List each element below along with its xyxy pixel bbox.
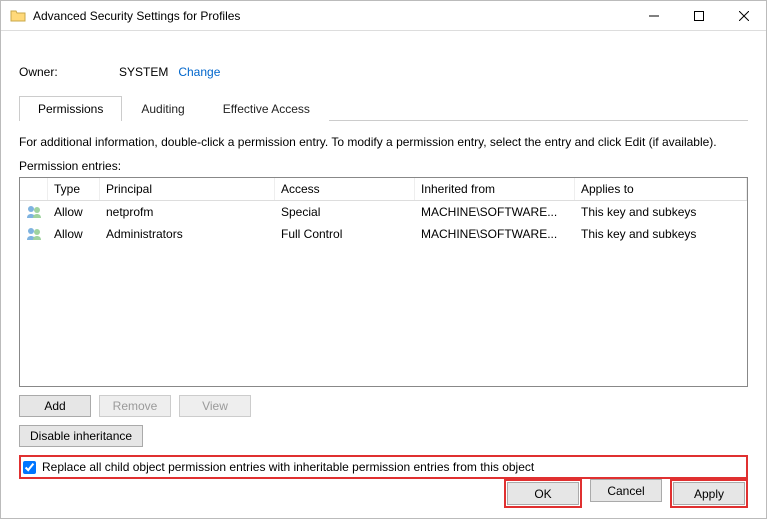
window-title: Advanced Security Settings for Profiles [33,9,240,23]
tab-auditing[interactable]: Auditing [122,96,203,121]
table-row[interactable]: Allow netprofm Special MACHINE\SOFTWARE.… [20,201,747,223]
remove-button: Remove [99,395,171,417]
ok-button[interactable]: OK [507,482,579,505]
permission-entries-grid[interactable]: Type Principal Access Inherited from App… [19,177,748,387]
replace-child-entries-checkbox[interactable] [23,461,36,474]
owner-row: Owner: SYSTEM Change [19,65,748,79]
title-bar: Advanced Security Settings for Profiles [1,1,766,31]
tab-strip: Permissions Auditing Effective Access [19,95,748,121]
cell-type: Allow [48,225,100,243]
cancel-button[interactable]: Cancel [590,479,662,502]
replace-child-entries-label: Replace all child object permission entr… [42,460,534,474]
grid-header: Type Principal Access Inherited from App… [20,178,747,201]
owner-label: Owner: [19,65,119,79]
tab-permissions[interactable]: Permissions [19,96,122,121]
cell-inherited: MACHINE\SOFTWARE... [415,203,575,221]
view-button: View [179,395,251,417]
users-icon [20,225,48,243]
apply-button[interactable]: Apply [673,482,745,505]
close-button[interactable] [721,1,766,30]
cell-applies: This key and subkeys [575,225,747,243]
col-applies[interactable]: Applies to [575,178,747,200]
folder-icon [9,7,27,25]
change-owner-link[interactable]: Change [178,65,220,79]
cell-type: Allow [48,203,100,221]
maximize-button[interactable] [676,1,721,30]
tab-effective-access[interactable]: Effective Access [204,96,329,121]
dialog-footer: OK Cancel Apply [504,479,748,508]
cell-principal: Administrators [100,225,275,243]
cell-access: Full Control [275,225,415,243]
users-icon [20,203,48,221]
entries-label: Permission entries: [19,159,748,173]
cell-inherited: MACHINE\SOFTWARE... [415,225,575,243]
cell-applies: This key and subkeys [575,203,747,221]
instruction-text: For additional information, double-click… [19,135,748,149]
col-principal[interactable]: Principal [100,178,275,200]
col-inherited[interactable]: Inherited from [415,178,575,200]
add-button[interactable]: Add [19,395,91,417]
cell-principal: netprofm [100,203,275,221]
col-type[interactable]: Type [48,178,100,200]
table-row[interactable]: Allow Administrators Full Control MACHIN… [20,223,747,245]
owner-value: SYSTEM [119,65,168,79]
replace-child-entries-row[interactable]: Replace all child object permission entr… [19,455,748,479]
col-access[interactable]: Access [275,178,415,200]
cell-access: Special [275,203,415,221]
minimize-button[interactable] [631,1,676,30]
disable-inheritance-button[interactable]: Disable inheritance [19,425,143,447]
